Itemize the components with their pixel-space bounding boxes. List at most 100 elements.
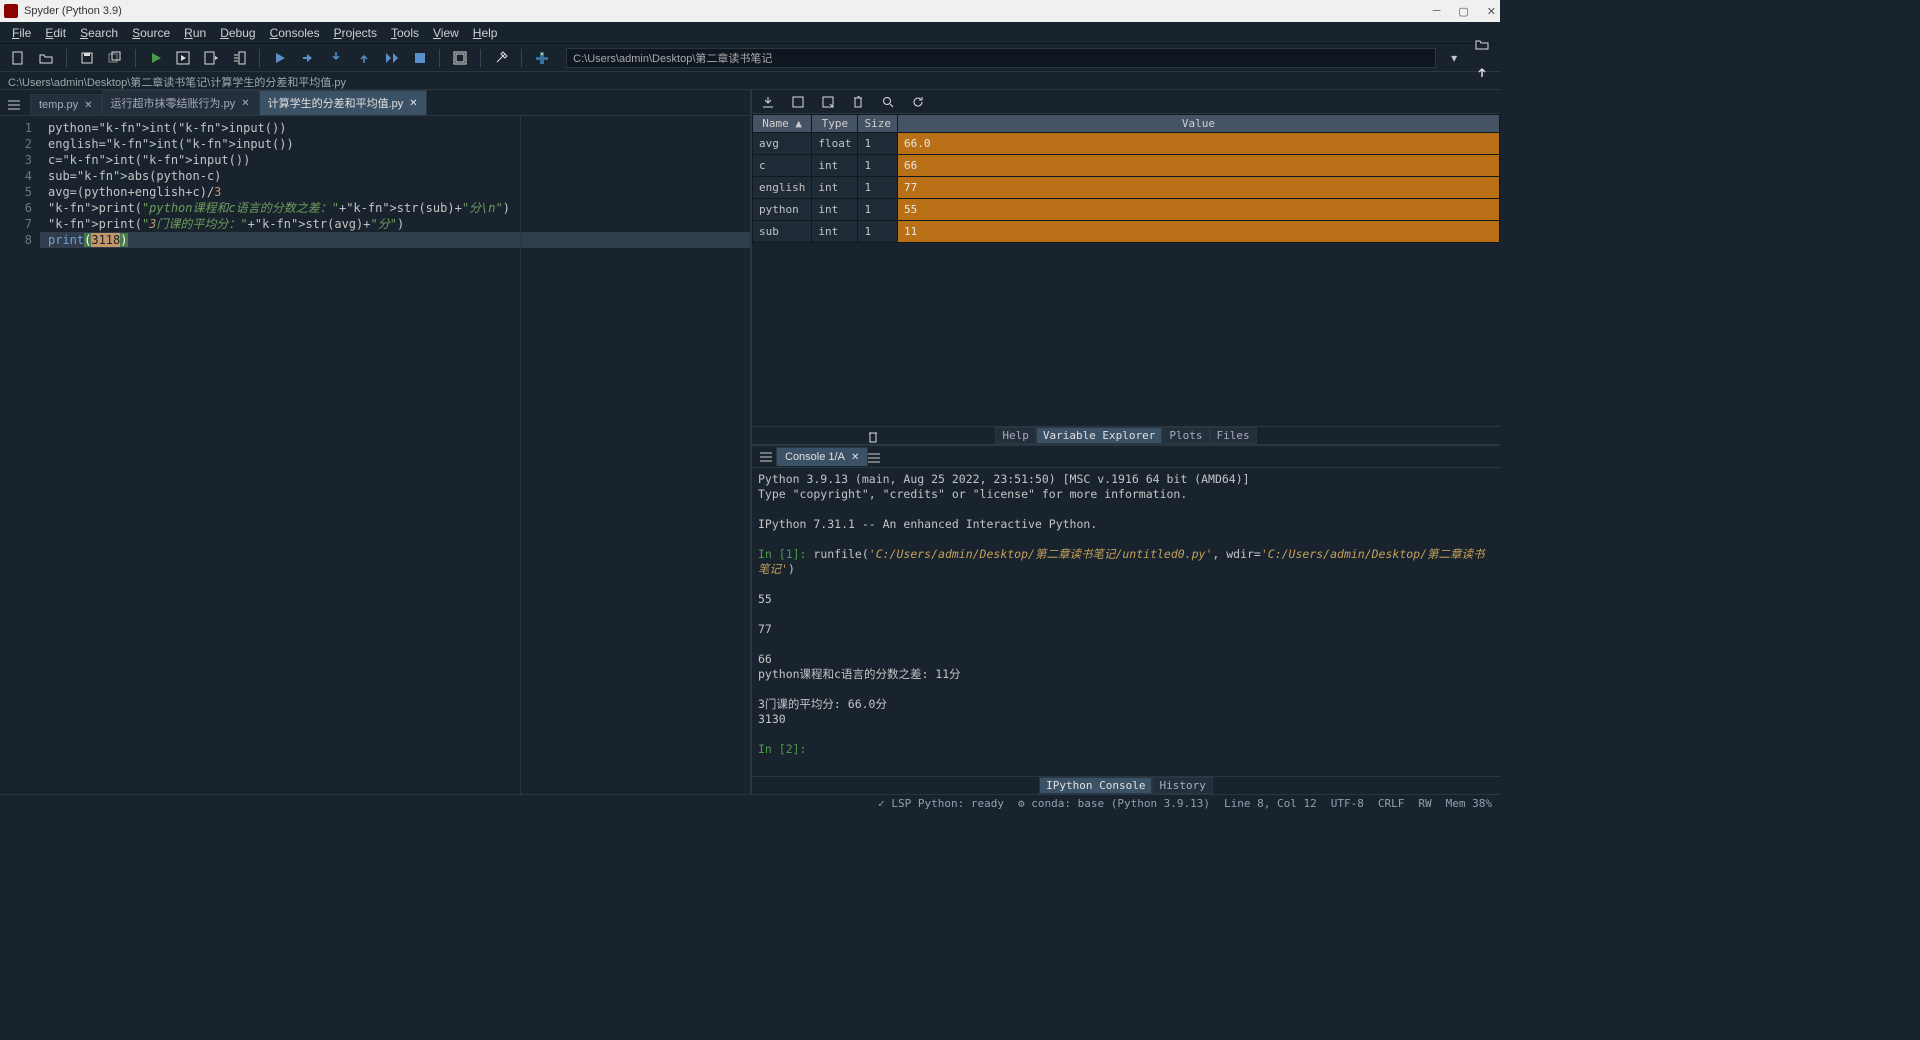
preferences-button[interactable] (489, 47, 513, 69)
ipython-console[interactable]: Python 3.9.13 (main, Aug 25 2022, 23:51:… (752, 468, 1500, 776)
close-icon[interactable]: ✕ (409, 98, 417, 109)
status-encoding[interactable]: UTF-8 (1331, 797, 1364, 810)
code-line[interactable]: print(3118) (40, 232, 750, 248)
console-line: python课程和c语言的分数之差: 11分 (758, 667, 1494, 682)
menu-search[interactable]: Search (74, 24, 124, 42)
code-line[interactable]: "k-fn">print("3门课的平均分："+"k-fn">str(avg)+… (40, 216, 750, 232)
menu-file[interactable]: File (6, 24, 37, 42)
var-header-size[interactable]: Size (858, 115, 898, 133)
debug-step-out-button[interactable] (352, 47, 376, 69)
console-menu-button[interactable] (756, 448, 776, 466)
clear-console-button[interactable] (868, 431, 1496, 443)
toolbar-separator (480, 49, 481, 67)
code-line[interactable]: python="k-fn">int("k-fn">input()) (40, 120, 750, 136)
var-value: 66 (897, 155, 1499, 177)
refresh-var-button[interactable] (908, 93, 928, 111)
var-header-value[interactable]: Value (897, 115, 1499, 133)
code-area[interactable]: python="k-fn">int("k-fn">input())english… (40, 116, 750, 794)
var-name: sub (753, 221, 812, 243)
console-line: 66 (758, 652, 1494, 667)
save-data-as-button[interactable] (818, 93, 838, 111)
editor-tab[interactable]: 运行超市抹零结账行为.py✕ (102, 90, 259, 115)
var-header-name[interactable]: Name ▲ (753, 115, 812, 133)
browse-dir-button[interactable] (1470, 33, 1494, 55)
import-data-button[interactable] (758, 93, 778, 111)
editor-tabbar: temp.py✕运行超市抹零结账行为.py✕计算学生的分差和平均值.py✕ (0, 90, 750, 116)
menu-projects[interactable]: Projects (328, 24, 383, 42)
spyder-logo-icon (4, 4, 18, 18)
debug-step-button[interactable] (296, 47, 320, 69)
console-line (758, 607, 1494, 622)
close-button[interactable]: ✕ (1487, 5, 1496, 18)
toolbar-separator (135, 49, 136, 67)
working-dir-dropdown-button[interactable]: ▾ (1442, 47, 1466, 69)
code-line[interactable]: english="k-fn">int("k-fn">input()) (40, 136, 750, 152)
menu-debug[interactable]: Debug (214, 24, 261, 42)
save-button[interactable] (75, 47, 99, 69)
right-bottom-tabbar: IPython ConsoleHistory (752, 776, 1500, 794)
pane-tab-history[interactable]: History (1152, 777, 1212, 794)
run-selection-button[interactable] (227, 47, 251, 69)
var-value: 66.0 (897, 133, 1499, 155)
debug-step-into-button[interactable] (324, 47, 348, 69)
var-row[interactable]: avgfloat166.0 (753, 133, 1500, 155)
menu-source[interactable]: Source (126, 24, 176, 42)
close-icon[interactable]: ✕ (241, 98, 249, 109)
code-line[interactable]: "k-fn">print("python课程和c语言的分数之差："+"k-fn"… (40, 200, 750, 216)
code-line[interactable]: c="k-fn">int("k-fn">input()) (40, 152, 750, 168)
var-row[interactable]: pythonint155 (753, 199, 1500, 221)
console-line (758, 577, 1494, 592)
variable-table[interactable]: Name ▲TypeSizeValueavgfloat166.0cint166e… (752, 114, 1500, 426)
debug-stop-button[interactable] (408, 47, 432, 69)
working-directory-text: C:\Users\admin\Desktop\第二章读书笔记 (573, 50, 772, 66)
save-all-button[interactable] (103, 47, 127, 69)
working-directory-input[interactable]: C:\Users\admin\Desktop\第二章读书笔记 (566, 48, 1436, 68)
var-row[interactable]: cint166 (753, 155, 1500, 177)
parent-dir-button[interactable] (1470, 61, 1494, 83)
menu-consoles[interactable]: Consoles (264, 24, 326, 42)
status-lsp[interactable]: ✓ LSP Python: ready (878, 797, 1004, 810)
console-tabbar: Console 1/A✕ (752, 446, 1500, 468)
maximize-button[interactable]: ▢ (1458, 5, 1468, 18)
delete-var-button[interactable] (848, 93, 868, 111)
close-icon[interactable]: ✕ (84, 100, 92, 111)
code-line[interactable]: avg=(python+english+c)/3 (40, 184, 750, 200)
maximize-pane-button[interactable] (448, 47, 472, 69)
debug-continue-button[interactable] (380, 47, 404, 69)
var-row[interactable]: subint111 (753, 221, 1500, 243)
console-line (758, 502, 1494, 517)
editor-tab[interactable]: temp.py✕ (30, 94, 102, 115)
save-data-button[interactable] (788, 93, 808, 111)
menu-help[interactable]: Help (467, 24, 504, 42)
code-line[interactable]: sub="k-fn">abs(python-c) (40, 168, 750, 184)
editor-tab[interactable]: 计算学生的分差和平均值.py✕ (259, 90, 427, 115)
var-header-type[interactable]: Type (812, 115, 858, 133)
code-editor[interactable]: 12345678 python="k-fn">int("k-fn">input(… (0, 116, 750, 794)
minimize-button[interactable]: ─ (1433, 5, 1441, 18)
menu-tools[interactable]: Tools (385, 24, 425, 42)
interrupt-button[interactable] (868, 453, 1496, 463)
run-file-button[interactable] (144, 47, 168, 69)
var-size: 1 (858, 155, 898, 177)
run-cell-advance-button[interactable] (199, 47, 223, 69)
menu-bar: FileEditSearchSourceRunDebugConsolesProj… (0, 22, 1500, 44)
menu-run[interactable]: Run (178, 24, 212, 42)
run-cell-button[interactable] (171, 47, 195, 69)
pane-tab-ipython-console[interactable]: IPython Console (1039, 777, 1152, 794)
console-line: 3130 (758, 712, 1494, 727)
status-cursor: Line 8, Col 12 (1224, 797, 1317, 810)
open-file-button[interactable] (34, 47, 58, 69)
python-path-button[interactable] (530, 47, 554, 69)
menu-view[interactable]: View (427, 24, 465, 42)
menu-edit[interactable]: Edit (39, 24, 72, 42)
new-file-button[interactable] (6, 47, 30, 69)
console-tab[interactable]: Console 1/A✕ (776, 447, 868, 466)
editor-menu-button[interactable] (4, 95, 24, 115)
var-row[interactable]: englishint177 (753, 177, 1500, 199)
search-var-button[interactable] (878, 93, 898, 111)
var-name: python (753, 199, 812, 221)
status-conda[interactable]: ⚙ conda: base (Python 3.9.13) (1018, 797, 1210, 810)
status-eol[interactable]: CRLF (1378, 797, 1405, 810)
close-icon[interactable]: ✕ (851, 452, 859, 463)
debug-file-button[interactable] (268, 47, 292, 69)
